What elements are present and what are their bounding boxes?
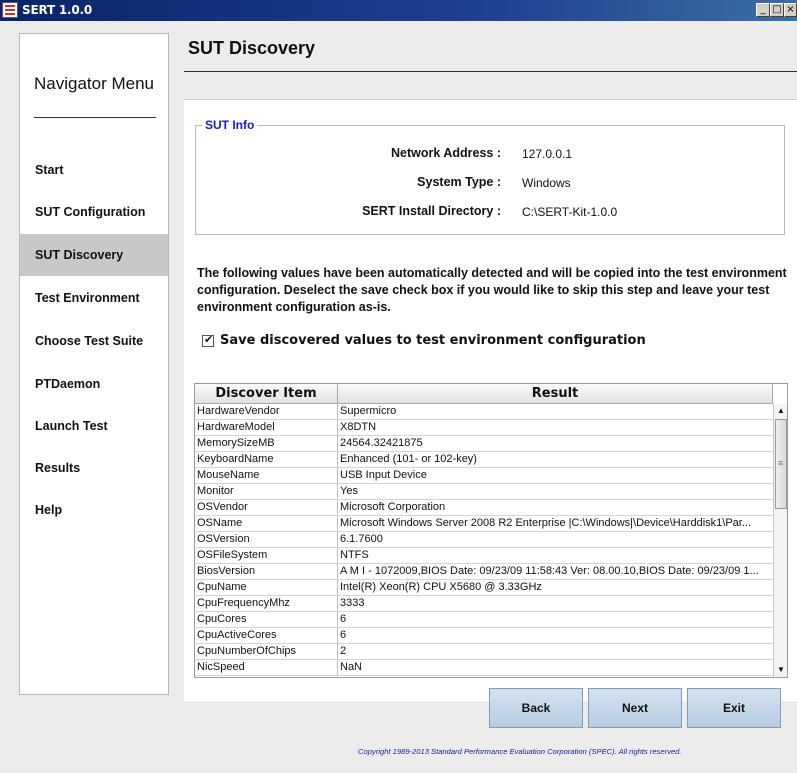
discover-item-cell: BiosVersion: [195, 564, 338, 580]
navigator-menu: Navigator Menu Start SUT Configuration SUT…: [19, 33, 169, 695]
table-row[interactable]: KeyboardName Enhanced (101- or 102-key): [195, 452, 773, 468]
nav-item-start[interactable]: Start: [20, 149, 168, 191]
network-address-label: Network Address :: [391, 146, 501, 160]
result-cell: USB Input Device: [340, 469, 427, 481]
nav-title: Navigator Menu: [34, 74, 155, 93]
table-row[interactable]: MemorySizeMB 24564.32421875: [195, 436, 773, 452]
network-address-value: 127.0.0.1: [522, 147, 573, 161]
table-header: Discover Item Result: [195, 384, 773, 404]
discover-item-cell: CpuName: [195, 580, 338, 596]
result-cell: Microsoft Windows Server 2008 R2 Enterpr…: [340, 517, 752, 529]
result-cell: Enhanced (101- or 102-key): [340, 453, 477, 465]
discover-item-cell: OSVersion: [195, 532, 338, 548]
install-directory-label: SERT Install Directory :: [362, 204, 501, 218]
table-row[interactable]: OSVendor Microsoft Corporation: [195, 500, 773, 516]
table-row[interactable]: HardwareVendor Supermicro: [195, 404, 773, 420]
scroll-up-arrow-icon[interactable]: ▲: [774, 404, 787, 418]
discover-item-cell: OSVendor: [195, 500, 338, 516]
sut-info-box: SUT Info Network Address : 127.0.0.1 Sys…: [195, 118, 785, 235]
table-row[interactable]: NicSpeed NaN: [195, 660, 773, 676]
table-row[interactable]: CpuCores 6: [195, 612, 773, 628]
save-discovered-label[interactable]: Save discovered values to test environme…: [220, 333, 646, 348]
next-button[interactable]: Next: [588, 688, 682, 728]
discovery-description: The following values have been automatic…: [197, 266, 787, 314]
nav-item-ptdaemon[interactable]: PTDaemon: [20, 363, 168, 405]
scroll-down-arrow-icon[interactable]: ▼: [774, 663, 787, 677]
table-body: HardwareVendor Supermicro HardwareModel X8D…: [195, 404, 773, 676]
scroll-thumb[interactable]: [775, 419, 787, 509]
table-row[interactable]: CpuNumberOfChips 2: [195, 644, 773, 660]
result-cell: NaN: [340, 661, 363, 673]
table-row[interactable]: MouseName USB Input Device: [195, 468, 773, 484]
table-scrollbar[interactable]: ▲ ▼: [773, 404, 787, 677]
result-cell: 6.1.7600: [340, 533, 383, 545]
result-cell: 24564.32421875: [340, 437, 423, 449]
result-cell: 6: [340, 629, 347, 641]
maximize-button[interactable]: □: [770, 3, 784, 17]
nav-divider: [34, 117, 156, 118]
nav-item-test-environment[interactable]: Test Environment: [20, 277, 168, 319]
result-cell: 3333: [340, 597, 365, 609]
result-cell: Yes: [340, 485, 358, 497]
page-title: SUT Discovery: [188, 38, 316, 58]
table-row[interactable]: HardwareModel X8DTN: [195, 420, 773, 436]
exit-button[interactable]: Exit: [687, 688, 781, 728]
table-row[interactable]: CpuFrequencyMhz 3333: [195, 596, 773, 612]
nav-item-sut-configuration[interactable]: SUT Configuration: [20, 191, 168, 233]
discover-item-cell: HardwareVendor: [195, 404, 338, 420]
nav-item-sut-discovery[interactable]: SUT Discovery: [20, 234, 168, 276]
result-cell: Microsoft Corporation: [340, 501, 446, 513]
save-discovered-checkbox[interactable]: [202, 333, 214, 347]
nav-item-help[interactable]: Help: [20, 489, 168, 531]
close-button[interactable]: ×: [784, 3, 797, 17]
app-icon: [2, 2, 18, 18]
sut-info-legend: SUT Info: [202, 118, 258, 132]
back-button[interactable]: Back: [489, 688, 583, 728]
discover-item-cell: NicSpeed: [195, 660, 338, 676]
discover-item-cell: MemorySizeMB: [195, 436, 338, 452]
nav-item-choose-test-suite[interactable]: Choose Test Suite: [20, 320, 168, 362]
table-row[interactable]: CpuName Intel(R) Xeon(R) CPU X5680 @ 3.33…: [195, 580, 773, 596]
header-divider: [184, 71, 797, 72]
system-type-value: Windows: [522, 176, 571, 190]
discover-item-cell: CpuFrequencyMhz: [195, 596, 338, 612]
result-cell: Supermicro: [340, 405, 397, 417]
discover-item-cell: HardwareModel: [195, 420, 338, 436]
discover-item-cell: CpuCores: [195, 612, 338, 628]
table-row[interactable]: Monitor Yes: [195, 484, 773, 500]
title-bar: SERT 1.0.0 _ □ ×: [0, 0, 797, 21]
result-cell: Intel(R) Xeon(R) CPU X5680 @ 3.33GHz: [340, 581, 542, 593]
discover-item-cell: OSName: [195, 516, 338, 532]
column-header-discover-item[interactable]: Discover Item: [195, 384, 338, 404]
table-row[interactable]: CpuActiveCores 6: [195, 628, 773, 644]
result-cell: NTFS: [340, 549, 369, 561]
result-cell: 6: [340, 613, 347, 625]
discover-item-cell: OSFileSystem: [195, 548, 338, 564]
nav-item-launch-test[interactable]: Launch Test: [20, 405, 168, 447]
discover-item-cell: CpuNumberOfChips: [195, 644, 338, 660]
main-panel: SUT Info Network Address : 127.0.0.1 Sys…: [184, 99, 797, 701]
discovery-table: Discover Item Result HardwareVendor Super…: [194, 383, 788, 678]
system-type-label: System Type :: [417, 175, 501, 189]
discover-item-cell: Monitor: [195, 484, 338, 500]
table-row[interactable]: BiosVersion A M I - 1072009,BIOS Date: 09…: [195, 564, 773, 580]
discover-item-cell: MouseName: [195, 468, 338, 484]
minimize-button[interactable]: _: [756, 3, 770, 17]
result-cell: A M I - 1072009,BIOS Date: 09/23/09 11:5…: [340, 565, 759, 577]
window-title: SERT 1.0.0: [22, 3, 93, 17]
nav-item-results[interactable]: Results: [20, 447, 168, 489]
discover-item-cell: CpuActiveCores: [195, 628, 338, 644]
column-header-result[interactable]: Result: [338, 384, 773, 404]
result-cell: 2: [340, 645, 347, 657]
discover-item-cell: KeyboardName: [195, 452, 338, 468]
result-cell: X8DTN: [340, 421, 377, 433]
copyright-notice: Copyright 1989-2013 Standard Performance…: [358, 747, 682, 756]
save-option-row: Save discovered values to test environme…: [202, 333, 646, 348]
table-row[interactable]: OSName Microsoft Windows Server 2008 R2 E…: [195, 516, 773, 532]
app-body: Navigator Menu Start SUT Configuration SUT…: [0, 21, 797, 773]
install-directory-value: C:\SERT-Kit-1.0.0: [522, 205, 618, 219]
table-row[interactable]: OSFileSystem NTFS: [195, 548, 773, 564]
table-row[interactable]: OSVersion 6.1.7600: [195, 532, 773, 548]
